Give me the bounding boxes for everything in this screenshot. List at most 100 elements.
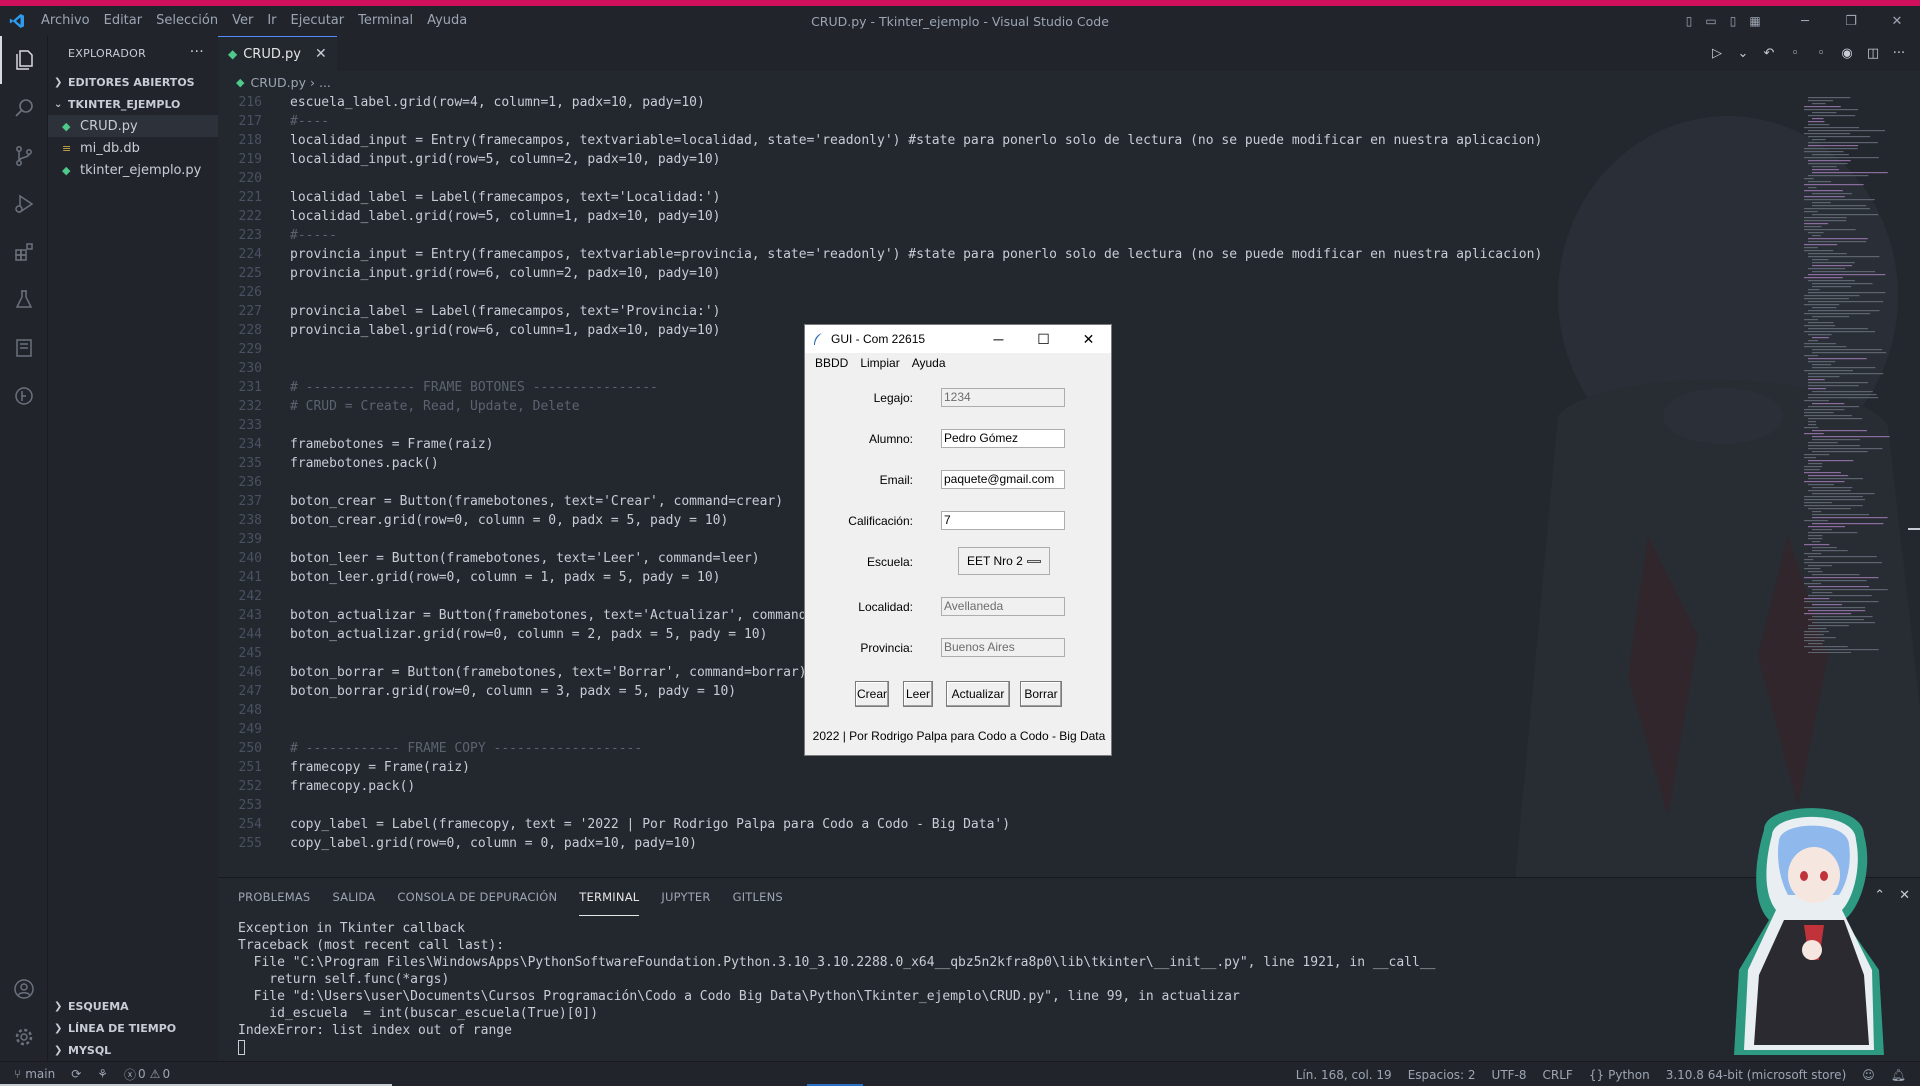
toggle-secondary-sidebar-icon[interactable]: ▯ [1722, 6, 1744, 36]
timeline-section[interactable]: ❯ LÍNEA DE TIEMPO [48, 1017, 218, 1039]
vscode-logo-icon[interactable] [0, 6, 34, 36]
dropdown-indicator-icon [1027, 560, 1041, 563]
toggle-panel-icon[interactable]: ▭ [1700, 6, 1722, 36]
tk-menu-item[interactable]: BBDD [809, 356, 854, 370]
tk-close-icon[interactable]: ✕ [1066, 325, 1111, 353]
menu-item[interactable]: Selección [149, 6, 225, 36]
next-revision-icon[interactable]: ◦ [1808, 36, 1834, 71]
tk-entry[interactable]: Avellaneda [941, 597, 1065, 616]
minimap-line [1804, 370, 1853, 372]
explorer-icon[interactable] [0, 36, 48, 84]
tk-entry[interactable]: paquete@gmail.com [941, 470, 1065, 489]
language-mode[interactable]: {} Python [1581, 1062, 1658, 1086]
mysql-section[interactable]: ❯ MYSQL [48, 1039, 218, 1061]
tk-crear-button[interactable]: Crear [855, 681, 889, 707]
tk-maximize-icon[interactable]: ☐ [1021, 325, 1066, 353]
file-item[interactable]: ◆ CRUD.py [48, 115, 218, 137]
breadcrumb-more[interactable]: ... [319, 75, 331, 90]
tk-minimize-icon[interactable]: ─ [976, 325, 1021, 353]
settings-gear-icon[interactable] [0, 1013, 48, 1061]
source-control-icon[interactable] [0, 132, 48, 180]
tab-crud-py[interactable]: ◆ CRUD.py ✕ [218, 36, 337, 71]
panel-tab[interactable]: PROBLEMAS [238, 878, 310, 916]
interpreter[interactable]: 3.10.8 64-bit (microsoft store) [1658, 1062, 1855, 1086]
restore-icon[interactable]: ❐ [1828, 6, 1874, 36]
open-editors-section[interactable]: ❯ EDITORES ABIERTOS [48, 71, 218, 93]
outline-section[interactable]: ❯ ESQUEMA [48, 995, 218, 1017]
panel-tab[interactable]: GITLENS [733, 878, 783, 916]
close-icon[interactable]: ✕ [1874, 6, 1920, 36]
accounts-icon[interactable] [0, 965, 48, 1013]
end-of-line[interactable]: CRLF [1535, 1062, 1581, 1086]
tk-title-bar[interactable]: GUI - Com 22615 ─ ☐ ✕ [805, 325, 1111, 353]
language-label: Python [1608, 1067, 1650, 1082]
notifications-icon[interactable]: 🔔︎ [1883, 1062, 1920, 1086]
minimap-line [1808, 385, 1859, 387]
file-item[interactable]: ◆ tkinter_ejemplo.py [48, 159, 218, 181]
open-changes-icon[interactable]: ↶ [1756, 36, 1782, 71]
menu-item[interactable]: Ejecutar [284, 6, 352, 36]
publish-icon[interactable]: ⚘ [89, 1062, 116, 1086]
minimap[interactable] [1800, 93, 1910, 653]
sync-icon[interactable]: ⟳ [63, 1062, 89, 1086]
indentation[interactable]: Espacios: 2 [1400, 1062, 1484, 1086]
tk-menu-item[interactable]: Ayuda [906, 356, 952, 370]
tk-entry[interactable]: Pedro Gómez [941, 429, 1065, 448]
menu-item[interactable]: Ver [225, 6, 260, 36]
more-actions-icon[interactable]: ··· [1886, 36, 1912, 71]
minimap-line [1804, 250, 1834, 252]
panel-tab[interactable]: JUPYTER [661, 878, 710, 916]
project-label: TKINTER_EJEMPLO [68, 97, 181, 111]
minimap-line [1804, 325, 1836, 327]
panel-tab[interactable]: TERMINAL [579, 878, 640, 916]
project-section[interactable]: ⌄ TKINTER_EJEMPLO [48, 93, 218, 115]
tk-escuela-option-menu[interactable]: EET Nro 2 [958, 547, 1050, 575]
menu-item[interactable]: Ayuda [420, 6, 474, 36]
menu-item[interactable]: Archivo [34, 6, 97, 36]
close-panel-icon[interactable]: ✕ [1899, 888, 1910, 903]
testing-icon[interactable] [0, 276, 48, 324]
menu-item[interactable]: Editar [97, 6, 150, 36]
terminal-output[interactable]: Exception in Tkinter callback Traceback (… [218, 916, 1920, 1056]
menu-item[interactable]: Terminal [351, 6, 420, 36]
extensions-icon[interactable] [0, 228, 48, 276]
menu-item[interactable]: Ir [260, 6, 283, 36]
panel-tab[interactable]: CONSOLA DE DEPURACIÓN [397, 878, 557, 916]
problems-indicator[interactable]: ⓧ 0 ⚠ 0 [116, 1062, 178, 1086]
tk-entry[interactable]: 1234 [941, 388, 1065, 407]
gitlens-inspect-icon[interactable]: ◉ [1834, 36, 1860, 71]
tk-entry[interactable]: Buenos Aires [941, 638, 1065, 657]
run-python-icon[interactable]: ▷ [1704, 36, 1730, 71]
branch-indicator[interactable]: ⑂ main [0, 1062, 63, 1086]
tk-menu-item[interactable]: Limpiar [854, 356, 905, 370]
customize-layout-icon[interactable]: ▦ [1744, 6, 1766, 36]
previous-revision-icon[interactable]: ◦ [1782, 36, 1808, 71]
toggle-primary-sidebar-icon[interactable]: ▯ [1678, 6, 1700, 36]
tk-entry[interactable]: 7 [941, 511, 1065, 530]
more-actions-icon[interactable]: ··· [190, 44, 204, 60]
remote-explorer-icon[interactable] [0, 324, 48, 372]
cursor-position[interactable]: Lín. 168, col. 19 [1288, 1062, 1400, 1086]
breadcrumb-file[interactable]: CRUD.py [250, 75, 306, 90]
tk-leer-button[interactable]: Leer [903, 681, 933, 707]
file-item[interactable]: ≡ mi_db.db [48, 137, 218, 159]
minimap-line [1804, 295, 1860, 297]
terminal-line: id_escuela = int(buscar_escuela(True)[0]… [238, 1006, 599, 1021]
search-icon[interactable] [0, 84, 48, 132]
close-tab-icon[interactable]: ✕ [315, 46, 327, 62]
panel-tab[interactable]: SALIDA [332, 878, 375, 916]
minimap-line [1812, 337, 1829, 339]
run-debug-icon[interactable] [0, 180, 48, 228]
chevron-down-icon[interactable]: ⌄ [1730, 36, 1756, 71]
gitlens-icon[interactable] [0, 372, 48, 420]
minimize-icon[interactable]: ─ [1782, 6, 1828, 36]
feedback-icon[interactable]: ☺ [1854, 1062, 1883, 1086]
tk-actualizar-button[interactable]: Actualizar [946, 681, 1010, 707]
split-editor-icon[interactable]: ◫ [1860, 36, 1886, 71]
encoding[interactable]: UTF-8 [1484, 1062, 1535, 1086]
terminal-prompt[interactable] [238, 1039, 1920, 1056]
branch-name: main [25, 1067, 56, 1081]
tk-borrar-button[interactable]: Borrar [1020, 681, 1062, 707]
